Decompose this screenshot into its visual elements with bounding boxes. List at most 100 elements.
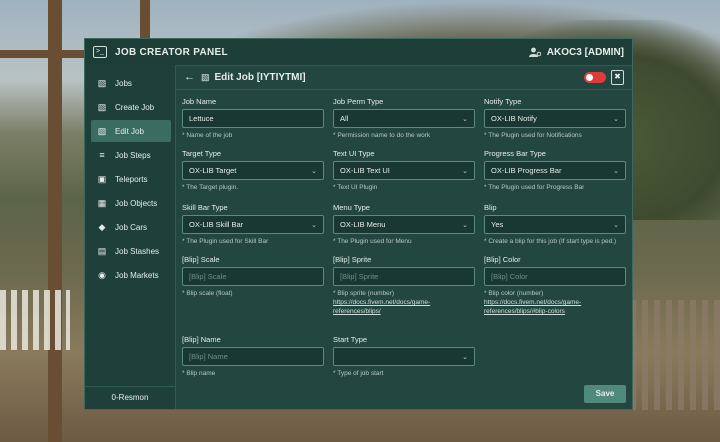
field-hint: * The Target plugin. (182, 184, 239, 191)
target-type-select[interactable]: OX-LIB Target ⌄ (182, 161, 324, 180)
list-icon: ≡ (99, 150, 105, 160)
sidebar: ▧ Jobs ▧ Create Job ▧ Edit Job ≡ Job Steps ▣… (85, 65, 176, 409)
job-perm-type-select[interactable]: All ⌄ (333, 109, 475, 128)
field-label: Job Perm Type (333, 97, 384, 106)
trash-icon[interactable]: ✖ (611, 69, 624, 85)
select-value: OX-LIB Notify (491, 114, 537, 123)
page-header: ← ▧ Edit Job [IYTIYTMI] ✖ (176, 65, 632, 90)
job-name-field: Job Name Lettuce * Name of the job (182, 97, 324, 140)
progress-bar-type-select[interactable]: OX-LIB Progress Bar ⌄ (484, 161, 626, 180)
save-button[interactable]: Save (584, 385, 626, 403)
chevron-down-icon: ⌄ (613, 115, 619, 123)
sidebar-item-label: Job Markets (115, 270, 159, 280)
target-type-field: Target Type OX-LIB Target ⌄ * The Target … (182, 149, 324, 192)
sidebar-item-jobs[interactable]: ▧ Jobs (91, 72, 171, 94)
sidebar-item-job-steps[interactable]: ≡ Job Steps (91, 144, 171, 166)
hint-text: * Blip sprite (number) (333, 290, 395, 297)
select-value: OX-LIB Text UI (340, 166, 390, 175)
select-value: All (340, 114, 349, 123)
sidebar-item-label: Job Cars (115, 222, 148, 232)
wooden-beam (0, 50, 84, 58)
field-label: Progress Bar Type (484, 149, 546, 158)
docs-link[interactable]: https://docs.fivem.net/docs/game- (333, 298, 475, 307)
blip-sprite-input[interactable]: [Blip] Sprite (333, 267, 475, 286)
blip-name-field: [Blip] Name [Blip] Name * Blip name (182, 335, 324, 378)
blip-sprite-field: [Blip] Sprite [Blip] Sprite * Blip sprit… (333, 255, 475, 316)
field-hint: * Type of job start (333, 370, 384, 377)
objects-icon: ▦ (97, 197, 107, 208)
input-value: Lettuce (189, 114, 214, 123)
text-ui-type-field: Text UI Type OX-LIB Text UI ⌄ * Text UI P… (333, 149, 475, 192)
select-value: OX-LIB Skill Bar (189, 220, 244, 229)
main-content: ← ▧ Edit Job [IYTIYTMI] ✖ Job Name Lettu… (176, 65, 632, 409)
sidebar-item-label: Job Objects (115, 198, 158, 208)
job-name-input[interactable]: Lettuce (182, 109, 324, 128)
input-placeholder: [Blip] Scale (189, 272, 227, 281)
database-icon: ▧ (97, 101, 107, 112)
blip-select[interactable]: Yes ⌄ (484, 215, 626, 234)
field-hint: * The Plugin used for Skill Bar (182, 238, 269, 245)
job-creator-panel: >_ JOB CREATOR PANEL AKOC3 [ADMIN] ▧ Jobs… (84, 38, 633, 410)
menu-type-select[interactable]: OX-LIB Menu ⌄ (333, 215, 475, 234)
sidebar-item-edit-job[interactable]: ▧ Edit Job (91, 120, 171, 142)
field-label: Blip (484, 203, 497, 212)
sidebar-item-label: Job Stashes (115, 246, 160, 256)
notify-type-field: Notify Type OX-LIB Notify ⌄ * The Plugin … (484, 97, 626, 140)
text-ui-type-select[interactable]: OX-LIB Text UI ⌄ (333, 161, 475, 180)
sidebar-item-create-job[interactable]: ▧ Create Job (91, 96, 171, 118)
user-admin-icon (528, 47, 541, 57)
docs-link[interactable]: references/blips/#blip-colors (484, 307, 626, 316)
field-label: Start Type (333, 335, 368, 344)
job-enabled-toggle[interactable] (584, 71, 606, 83)
skill-bar-type-field: Skill Bar Type OX-LIB Skill Bar ⌄ * The P… (182, 203, 324, 246)
back-arrow-icon[interactable]: ← (184, 71, 195, 83)
sidebar-item-label: Teleports (115, 174, 148, 184)
field-label: Notify Type (484, 97, 522, 106)
white-fence (0, 290, 70, 350)
sidebar-item-job-stashes[interactable]: ▤ Job Stashes (91, 240, 171, 262)
field-label: Menu Type (333, 203, 370, 212)
chevron-down-icon: ⌄ (462, 353, 468, 361)
cart-icon: ◉ (98, 269, 106, 280)
blip-color-field: [Blip] Color [Blip] Color * Blip color (… (484, 255, 626, 316)
blip-name-input[interactable]: [Blip] Name (182, 347, 324, 366)
select-value: OX-LIB Target (189, 166, 237, 175)
stash-icon: ▤ (97, 245, 107, 256)
sidebar-item-job-markets[interactable]: ◉ Job Markets (91, 264, 171, 286)
chevron-down-icon: ⌄ (462, 167, 468, 175)
field-hint: * Name of the job (182, 132, 233, 139)
notify-type-select[interactable]: OX-LIB Notify ⌄ (484, 109, 626, 128)
database-icon: ▧ (201, 71, 210, 82)
car-icon: ◆ (98, 221, 106, 232)
blip-scale-input[interactable]: [Blip] Scale (182, 267, 324, 286)
field-hint: * Create a blip for this job (If start t… (484, 238, 617, 245)
field-hint: * Blip color (number) https://docs.fivem… (484, 289, 626, 316)
docs-link[interactable]: references/blips/ (333, 307, 475, 316)
sidebar-item-label: Create Job (115, 102, 155, 112)
title-bar: >_ JOB CREATOR PANEL AKOC3 [ADMIN] (85, 39, 632, 66)
blip-color-input[interactable]: [Blip] Color (484, 267, 626, 286)
user-name: AKOC3 [ADMIN] (546, 46, 624, 58)
field-hint: * Blip name (182, 370, 216, 377)
field-hint: * Text UI Plugin (333, 184, 378, 191)
chevron-down-icon: ⌄ (613, 221, 619, 229)
terminal-icon: >_ (93, 46, 107, 58)
select-value: Yes (491, 220, 504, 229)
sidebar-item-job-cars[interactable]: ◆ Job Cars (91, 216, 171, 238)
sidebar-item-teleports[interactable]: ▣ Teleports (91, 168, 171, 190)
database-icon: ▧ (97, 125, 107, 136)
field-label: Job Name (182, 97, 217, 106)
progress-bar-type-field: Progress Bar Type OX-LIB Progress Bar ⌄ *… (484, 149, 626, 192)
job-perm-type-field: Job Perm Type All ⌄ * Permission name to … (333, 97, 475, 140)
docs-link[interactable]: https://docs.fivem.net/docs/game- (484, 298, 626, 307)
select-value: OX-LIB Menu (340, 220, 386, 229)
skill-bar-type-select[interactable]: OX-LIB Skill Bar ⌄ (182, 215, 324, 234)
field-label: Skill Bar Type (182, 203, 228, 212)
sidebar-item-label: Job Steps (115, 150, 151, 160)
chevron-down-icon: ⌄ (462, 115, 468, 123)
resmon-footer: 0-Resmon (85, 386, 175, 409)
field-hint: * The Plugin used for Menu (333, 238, 412, 245)
start-type-select[interactable]: ⌄ (333, 347, 475, 366)
sidebar-item-job-objects[interactable]: ▦ Job Objects (91, 192, 171, 214)
select-value: OX-LIB Progress Bar (491, 166, 562, 175)
